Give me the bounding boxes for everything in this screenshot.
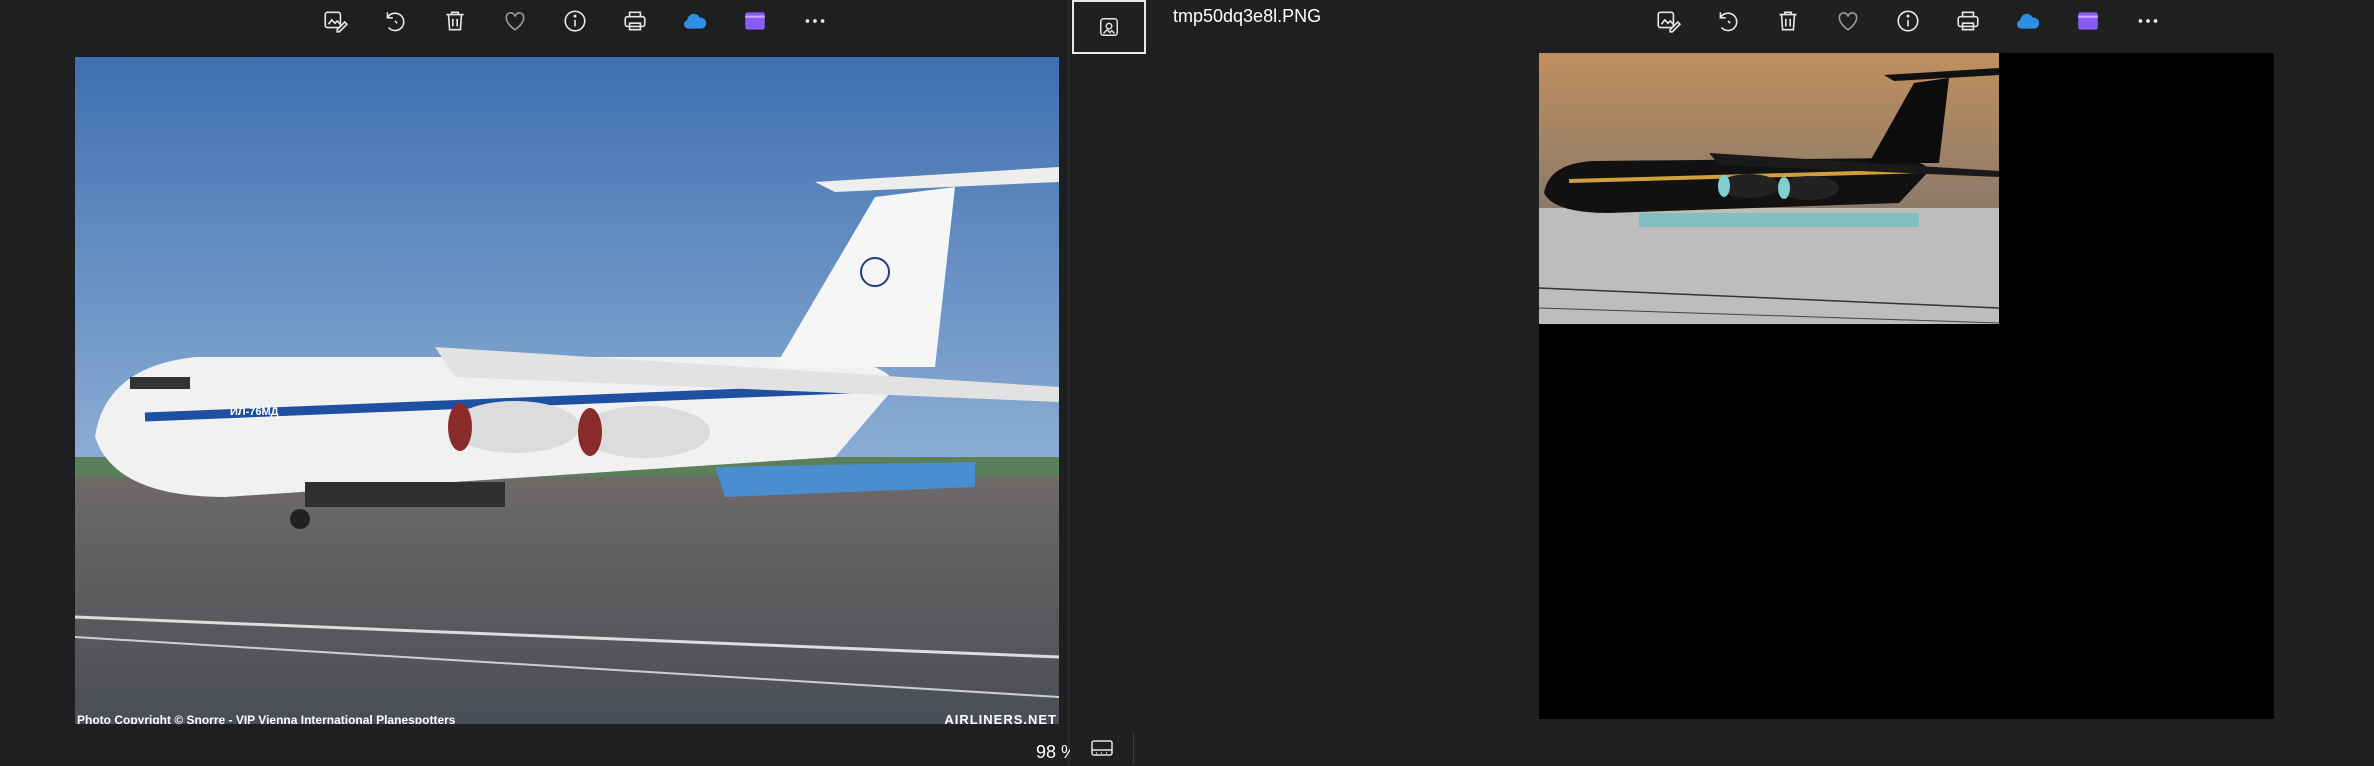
file-name: tmp50dq3e8l.PNG (1173, 6, 1322, 26)
print-icon (624, 11, 646, 31)
onedrive-button[interactable] (1998, 0, 2058, 42)
more-button[interactable] (2118, 0, 2178, 42)
delete-button[interactable] (1758, 0, 1818, 42)
left-toolbar (305, 0, 845, 42)
more-icon (805, 19, 825, 23)
clipchamp-icon (2078, 12, 2098, 30)
rotate-icon (1719, 12, 1738, 32)
rotate-button[interactable] (1698, 0, 1758, 42)
heart-icon (505, 12, 525, 31)
file-thumbnail-button[interactable] (1072, 0, 1146, 54)
filmstrip-button[interactable] (1086, 734, 1118, 762)
left-status-bar (0, 724, 1068, 766)
favorite-button[interactable] (1818, 0, 1878, 42)
edit-image-button[interactable] (1638, 0, 1698, 42)
print-icon (1957, 11, 1979, 31)
delete-button[interactable] (425, 0, 485, 42)
right-status-bar (1070, 724, 2374, 766)
print-button[interactable] (605, 0, 665, 42)
favorite-button[interactable] (485, 0, 545, 42)
print-button[interactable] (1938, 0, 1998, 42)
onedrive-icon (2017, 13, 2040, 29)
image-file-icon (1100, 18, 1118, 36)
clipchamp-icon (745, 12, 765, 30)
rotate-icon (386, 12, 405, 32)
status-separator (1133, 732, 1134, 764)
image-canvas (1539, 53, 2274, 719)
onedrive-icon (684, 13, 707, 29)
info-icon (564, 10, 586, 32)
edit-image-button[interactable] (305, 0, 365, 42)
more-button[interactable] (785, 0, 845, 42)
heart-icon (1838, 12, 1858, 31)
clipchamp-button[interactable] (725, 0, 785, 42)
onedrive-button[interactable] (665, 0, 725, 42)
right-toolbar (1638, 0, 2178, 42)
edit-image-icon (324, 11, 348, 33)
rotate-button[interactable] (365, 0, 425, 42)
more-icon (2138, 19, 2158, 23)
delete-icon (1779, 11, 1797, 31)
aircraft-registration: ИЛ-76МД (230, 406, 279, 418)
filmstrip-icon (1091, 740, 1113, 756)
info-button[interactable] (1878, 0, 1938, 42)
inverted-airplane-drawing (1539, 53, 1999, 324)
airplane-photo-drawing: ИЛ-76МД (75, 57, 1059, 728)
info-icon (1897, 10, 1919, 32)
inverted-airplane-image (1539, 53, 1999, 324)
airplane-photo: ИЛ-76МД Photo Copyright © Snorre - VIP V… (75, 57, 1059, 728)
info-button[interactable] (545, 0, 605, 42)
clipchamp-button[interactable] (2058, 0, 2118, 42)
edit-image-icon (1657, 11, 1681, 33)
delete-icon (446, 11, 464, 31)
